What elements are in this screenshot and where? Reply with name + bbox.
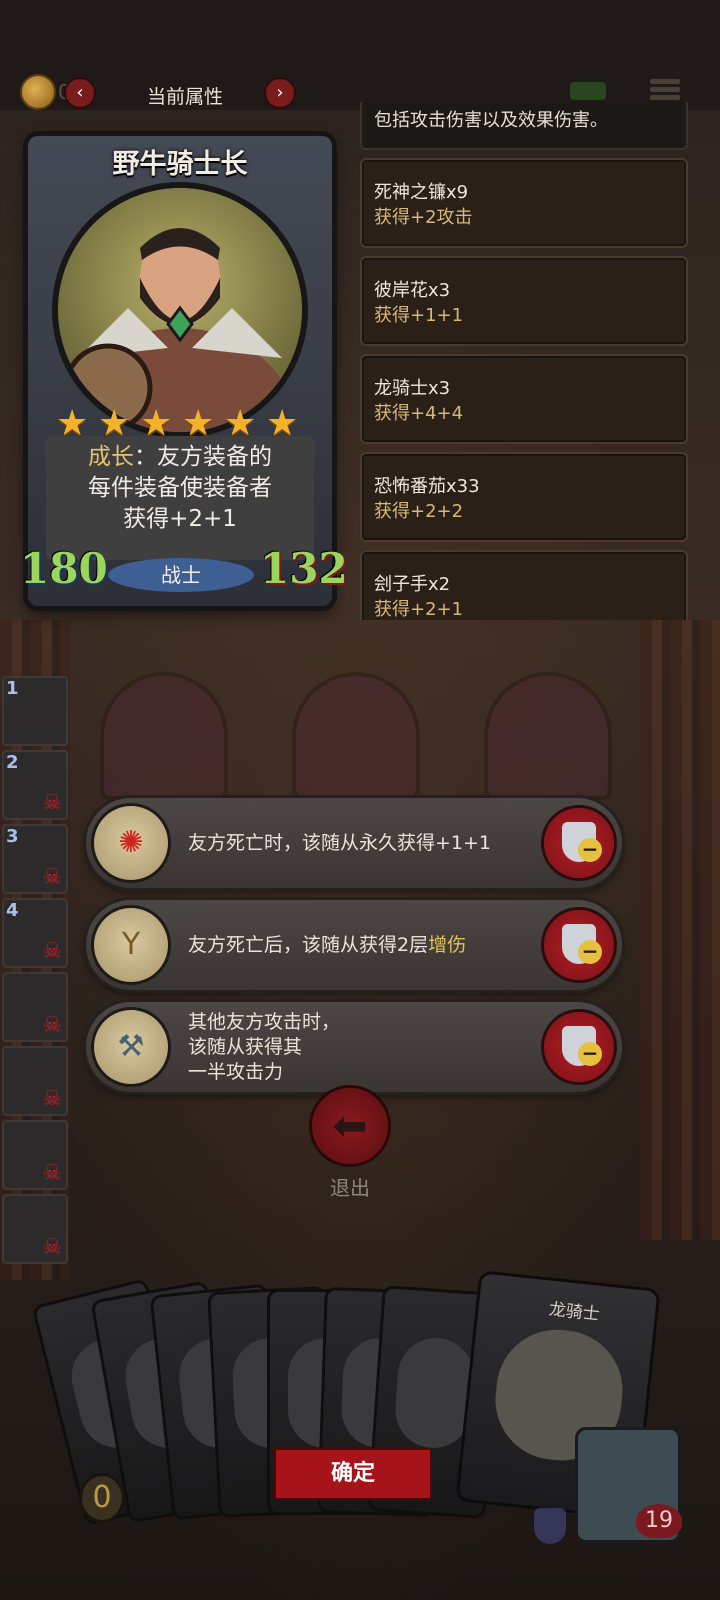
effect-name: 恐怖番茄x33 bbox=[374, 476, 480, 497]
remove-relic-button[interactable]: − bbox=[544, 808, 614, 878]
ability-text-2: 每件装备使装备者 bbox=[88, 475, 272, 501]
roster-slot[interactable]: ☠ bbox=[2, 1194, 68, 1264]
skull-icon: ☠ bbox=[42, 791, 62, 816]
effect-gain: 获得+2+1 bbox=[374, 599, 464, 620]
relic-text-line: 一半攻击力 bbox=[188, 1060, 284, 1083]
lives-counter: 19 bbox=[636, 1504, 682, 1538]
ability-text-1: ：友方装备的 bbox=[134, 444, 272, 470]
relic-row[interactable]: ⚒ 其他友方攻击时， 该随从获得其 一半攻击力 − bbox=[86, 1002, 622, 1092]
exit-button[interactable]: ⬅ bbox=[312, 1088, 388, 1164]
exit-label: 退出 bbox=[330, 1176, 370, 1200]
skull-icon: ☠ bbox=[42, 1087, 62, 1112]
minus-icon: − bbox=[578, 1042, 602, 1066]
ability-label: 成长 bbox=[88, 444, 134, 470]
relic-row[interactable]: ✺ 友方死亡时，该随从永久获得+1+1 − bbox=[86, 798, 622, 888]
effect-note: 包括攻击伤害以及效果伤害。 bbox=[360, 102, 688, 150]
effect-name: 刽子手x2 bbox=[374, 574, 451, 595]
minus-icon: − bbox=[578, 838, 602, 862]
bison-knight-illustration bbox=[60, 228, 300, 432]
effect-name: 龙骑士x3 bbox=[374, 378, 451, 399]
featured-card-name: 龙骑士 bbox=[547, 1299, 601, 1325]
effect-item: 死神之镰x9 获得+2攻击 bbox=[360, 158, 688, 248]
hero-card[interactable]: 野牛骑士长 ★ ★ ★ ★ ★ ★ 成长：友方装备的 每件装备使装备者 获得+2… bbox=[20, 136, 348, 606]
relic-text: 友方死亡后，该随从获得2层 bbox=[188, 933, 429, 956]
roster-slot[interactable]: 1 bbox=[2, 676, 68, 746]
attack-stat: 180 bbox=[20, 544, 108, 593]
slingshot-icon: Y bbox=[94, 908, 168, 982]
relic-keyword: 增伤 bbox=[428, 933, 467, 956]
roster-slot[interactable]: 3 ☠ bbox=[2, 824, 68, 894]
lightning-axe-icon: ⚒ bbox=[94, 1010, 168, 1084]
remove-relic-button[interactable]: − bbox=[544, 1012, 614, 1082]
minion-card-bg bbox=[104, 676, 224, 796]
effect-gain: 获得+2攻击 bbox=[374, 207, 473, 228]
slot-number: 3 bbox=[6, 826, 19, 847]
roster-slot[interactable]: ☠ bbox=[2, 1120, 68, 1190]
coin-icon bbox=[22, 76, 54, 108]
effect-note-text: 包括攻击伤害以及效果伤害。 bbox=[374, 110, 608, 131]
effect-gain: 获得+4+4 bbox=[374, 403, 464, 424]
slot-number: 4 bbox=[6, 900, 19, 921]
effect-item: 龙骑士x3 获得+4+4 bbox=[360, 354, 688, 444]
relic-description: 友方死亡时，该随从永久获得+1+1 bbox=[188, 831, 492, 854]
relic-description: 其他友方攻击时， 该随从获得其 一半攻击力 bbox=[188, 1002, 340, 1092]
effect-item: 刽子手x2 获得+2+1 bbox=[360, 550, 688, 620]
hero-name: 野牛骑士长 bbox=[112, 149, 248, 180]
next-tab-button[interactable]: › bbox=[266, 79, 294, 107]
skull-icon: ☠ bbox=[42, 1161, 62, 1186]
effect-item: 彼岸花x3 获得+1+1 bbox=[360, 256, 688, 346]
red-spider-lily-icon: ✺ bbox=[94, 806, 168, 880]
ability-description: 成长：友方装备的 每件装备使装备者 获得+2+1 bbox=[46, 436, 314, 560]
tab-title: 当前属性 bbox=[146, 86, 223, 108]
roster-slot[interactable]: 2 ☠ bbox=[2, 750, 68, 820]
roster-slot[interactable]: 4 ☠ bbox=[2, 898, 68, 968]
minus-icon: − bbox=[578, 940, 602, 964]
relic-text-line: 该随从获得其 bbox=[188, 1035, 303, 1058]
class-badge: 战士 bbox=[108, 558, 254, 592]
minion-card-bg bbox=[296, 676, 416, 796]
effects-panel[interactable]: 包括攻击伤害以及效果伤害。 死神之镰x9 获得+2攻击 彼岸花x3 获得+1+1… bbox=[360, 102, 688, 620]
confirm-button[interactable]: 确定 bbox=[276, 1450, 430, 1498]
effect-item: 恐怖番茄x33 获得+2+2 bbox=[360, 452, 688, 542]
effect-name: 彼岸花x3 bbox=[374, 280, 451, 301]
armor-icon bbox=[534, 1508, 566, 1544]
roster-slot[interactable]: ☠ bbox=[2, 1046, 68, 1116]
back-arrow-icon: ⬅ bbox=[332, 1101, 368, 1150]
prev-tab-button[interactable]: ‹ bbox=[66, 79, 94, 107]
hero-portrait bbox=[58, 188, 302, 432]
skull-icon: ☠ bbox=[42, 865, 62, 890]
gold-counter: 0 bbox=[82, 1476, 122, 1520]
relic-row[interactable]: Y 友方死亡后，该随从获得2层 增伤 − bbox=[86, 900, 622, 990]
effect-gain: 获得+2+2 bbox=[374, 501, 464, 522]
skull-icon: ☠ bbox=[42, 939, 62, 964]
minion-card-bg bbox=[488, 676, 608, 796]
slot-number: 2 bbox=[6, 752, 19, 773]
effect-name: 死神之镰x9 bbox=[374, 182, 469, 203]
health-stat: 132 bbox=[260, 544, 348, 593]
ability-text-3: 获得+2+1 bbox=[123, 506, 237, 532]
relic-description: 友方死亡后，该随从获得2层 增伤 bbox=[188, 900, 466, 990]
slot-number: 1 bbox=[6, 678, 19, 699]
skull-icon: ☠ bbox=[42, 1013, 62, 1038]
skull-icon: ☠ bbox=[42, 1235, 62, 1260]
effect-gain: 获得+1+1 bbox=[374, 305, 464, 326]
battery-icon bbox=[570, 82, 606, 100]
roster-slot[interactable]: ☠ bbox=[2, 972, 68, 1042]
bookshelf-right bbox=[640, 620, 720, 1240]
relic-text-line: 其他友方攻击时， bbox=[188, 1010, 341, 1033]
remove-relic-button[interactable]: − bbox=[544, 910, 614, 980]
